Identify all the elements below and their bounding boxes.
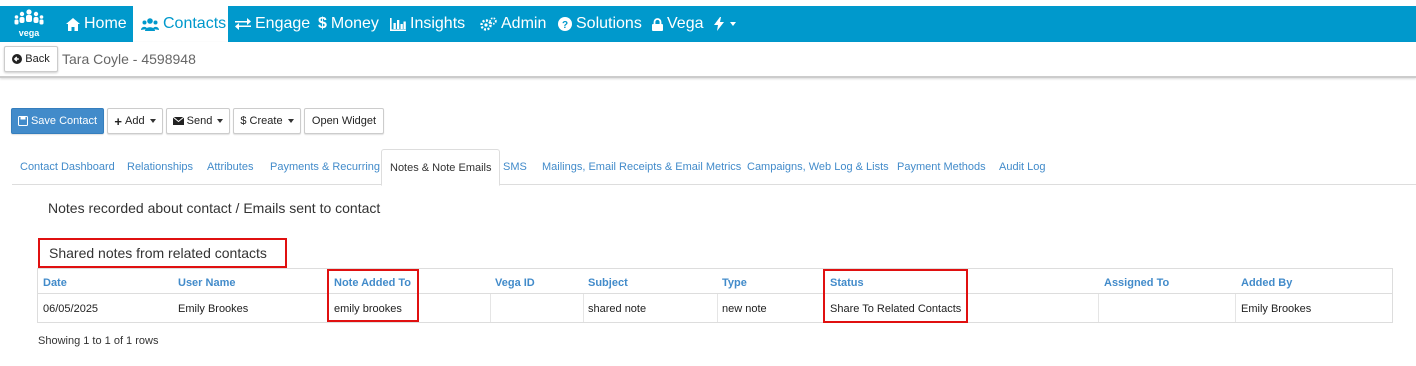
col-header-subject[interactable]: Subject	[588, 277, 628, 289]
vega-logo[interactable]: vega	[14, 9, 44, 41]
dollar-icon: $	[240, 115, 247, 127]
caret-down-icon	[287, 119, 294, 123]
contact-title: Tara Coyle - 4598948	[62, 51, 196, 67]
col-header-user-name[interactable]: User Name	[178, 277, 235, 289]
column-divider	[1235, 294, 1236, 322]
create-dropdown-button[interactable]: $ Create	[233, 108, 301, 134]
contact-subheader: Back Tara Coyle - 4598948	[0, 42, 1416, 78]
bar-chart-icon	[390, 17, 406, 31]
gears-icon	[480, 17, 497, 31]
nav-engage-label: Engage	[255, 15, 311, 32]
cell-type: new note	[722, 303, 767, 315]
lightning-icon	[714, 17, 724, 31]
send-dropdown-button[interactable]: Send	[166, 108, 230, 134]
status-highlight	[823, 269, 968, 323]
cell-subject: shared note	[588, 303, 647, 315]
tab-notes-note-emails[interactable]: Notes & Note Emails	[381, 149, 501, 186]
contact-tabs: Contact Dashboard Relationships Attribut…	[12, 149, 1416, 186]
nav-contacts-label: Contacts	[163, 15, 227, 32]
shared-notes-heading: Shared notes from related contacts	[38, 238, 287, 268]
caret-down-icon	[149, 119, 156, 123]
tab-payments-recurring[interactable]: Payments & Recurring	[270, 149, 380, 185]
question-circle-icon: ?	[558, 17, 572, 31]
nav-insights-label: Insights	[410, 15, 466, 32]
back-label: Back	[25, 53, 50, 65]
column-divider	[490, 294, 491, 322]
tab-relationships[interactable]: Relationships	[127, 149, 193, 185]
cell-added-by: Emily Brookes	[1241, 303, 1312, 315]
col-header-vega-id[interactable]: Vega ID	[495, 277, 535, 289]
note-added-to-highlight	[327, 269, 419, 322]
nav-home-label: Home	[84, 15, 127, 32]
nav-admin-label: Admin	[501, 15, 547, 32]
tab-mailings-email-receipts[interactable]: Mailings, Email Receipts & Email Metrics	[542, 149, 741, 185]
lock-icon	[652, 17, 663, 31]
save-contact-button[interactable]: Save Contact	[11, 108, 104, 134]
add-label: Add	[125, 115, 145, 127]
nav-engage[interactable]: Engage	[235, 6, 310, 42]
pagination-info: Showing 1 to 1 of 1 rows	[38, 335, 159, 347]
tab-payment-methods[interactable]: Payment Methods	[897, 149, 986, 185]
arrow-circle-left-icon	[12, 54, 23, 64]
tab-campaigns-web-log[interactable]: Campaigns, Web Log & Lists	[747, 149, 889, 185]
nav-money-label: Money	[330, 15, 379, 32]
column-divider	[583, 294, 584, 322]
chevron-down-icon	[730, 22, 736, 26]
people-logo-icon	[14, 9, 44, 25]
users-icon	[141, 17, 159, 31]
nav-admin[interactable]: Admin	[480, 6, 546, 42]
col-header-added-by[interactable]: Added By	[1241, 277, 1292, 289]
save-contact-label: Save Contact	[30, 115, 98, 127]
shared-notes-table: Date User Name Note Added To Vega ID Sub…	[37, 268, 1393, 323]
tab-contact-dashboard[interactable]: Contact Dashboard	[20, 149, 115, 185]
cell-date: 06/05/2025	[43, 303, 99, 315]
open-widget-label: Open Widget	[311, 115, 377, 127]
tab-sms[interactable]: SMS	[503, 149, 527, 185]
column-divider	[717, 294, 718, 322]
nav-insights[interactable]: Insights	[390, 6, 465, 42]
add-dropdown-button[interactable]: + Add	[107, 108, 163, 134]
nav-vega-label: Vega	[667, 15, 704, 32]
open-widget-button[interactable]: Open Widget	[304, 108, 384, 134]
col-header-type[interactable]: Type	[722, 277, 747, 289]
home-icon	[66, 17, 80, 31]
nav-home[interactable]: Home	[66, 6, 127, 42]
nav-solutions-label: Solutions	[576, 15, 642, 32]
notes-section-heading: Notes recorded about contact / Emails se…	[48, 200, 381, 216]
nav-money[interactable]: $ Money	[318, 6, 379, 42]
tab-attributes[interactable]: Attributes	[207, 149, 253, 185]
plus-icon: +	[114, 113, 122, 129]
table-header-divider	[38, 293, 1392, 294]
logo-text: vega	[18, 28, 40, 38]
col-header-assigned-to[interactable]: Assigned To	[1104, 277, 1169, 289]
floppy-disk-icon	[17, 116, 28, 126]
tab-audit-log[interactable]: Audit Log	[999, 149, 1045, 185]
top-navbar: vega Home Contacts Engage $ Money Insigh…	[0, 6, 1416, 42]
exchange-icon	[235, 18, 251, 30]
nav-vega[interactable]: Vega	[652, 6, 703, 42]
cell-user-name: Emily Brookes	[178, 303, 249, 315]
shared-notes-heading-text: Shared notes from related contacts	[49, 245, 267, 261]
envelope-icon	[172, 117, 184, 125]
nav-quick-actions[interactable]	[714, 6, 736, 42]
create-label: Create	[249, 115, 283, 127]
nav-contacts[interactable]: Contacts	[133, 6, 228, 42]
nav-solutions[interactable]: ? Solutions	[558, 6, 642, 42]
caret-down-icon	[217, 119, 224, 123]
dollar-icon: $	[318, 15, 327, 32]
column-divider	[1098, 294, 1099, 322]
send-label: Send	[186, 115, 213, 127]
col-header-date[interactable]: Date	[43, 277, 67, 289]
back-button[interactable]: Back	[4, 46, 58, 72]
svg-text:?: ?	[562, 20, 568, 31]
